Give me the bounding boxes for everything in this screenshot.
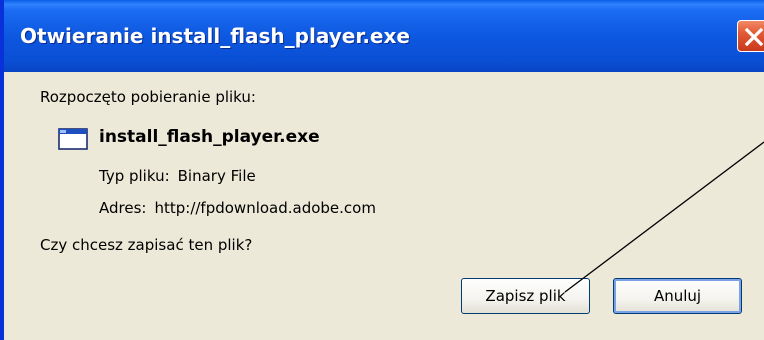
close-button[interactable]: [737, 20, 764, 52]
screen: Otwieranie install_flash_player.exe Rozp…: [0, 0, 764, 340]
download-started-text: Rozpoczęto pobieranie pliku:: [40, 88, 256, 106]
file-type-value: Binary File: [177, 167, 256, 185]
file-type-row: Typ pliku: Binary File: [99, 167, 256, 185]
window-app-icon: [58, 128, 88, 150]
address-row: Adres: http://fpdownload.adobe.com: [99, 199, 376, 217]
dialog-title: Otwieranie install_flash_player.exe: [20, 24, 410, 48]
address-value: http://fpdownload.adobe.com: [154, 199, 376, 217]
cancel-button[interactable]: Anuluj: [613, 278, 742, 314]
title-bar[interactable]: Otwieranie install_flash_player.exe: [4, 0, 764, 72]
save-file-button[interactable]: Zapisz plik: [461, 278, 590, 314]
close-icon: [744, 27, 764, 47]
save-question: Czy chcesz zapisać ten plik?: [40, 236, 253, 254]
file-type-label: Typ pliku:: [99, 167, 170, 185]
address-label: Adres:: [99, 199, 147, 217]
file-name: install_flash_player.exe: [99, 127, 320, 147]
file-download-dialog: Otwieranie install_flash_player.exe Rozp…: [0, 0, 764, 340]
